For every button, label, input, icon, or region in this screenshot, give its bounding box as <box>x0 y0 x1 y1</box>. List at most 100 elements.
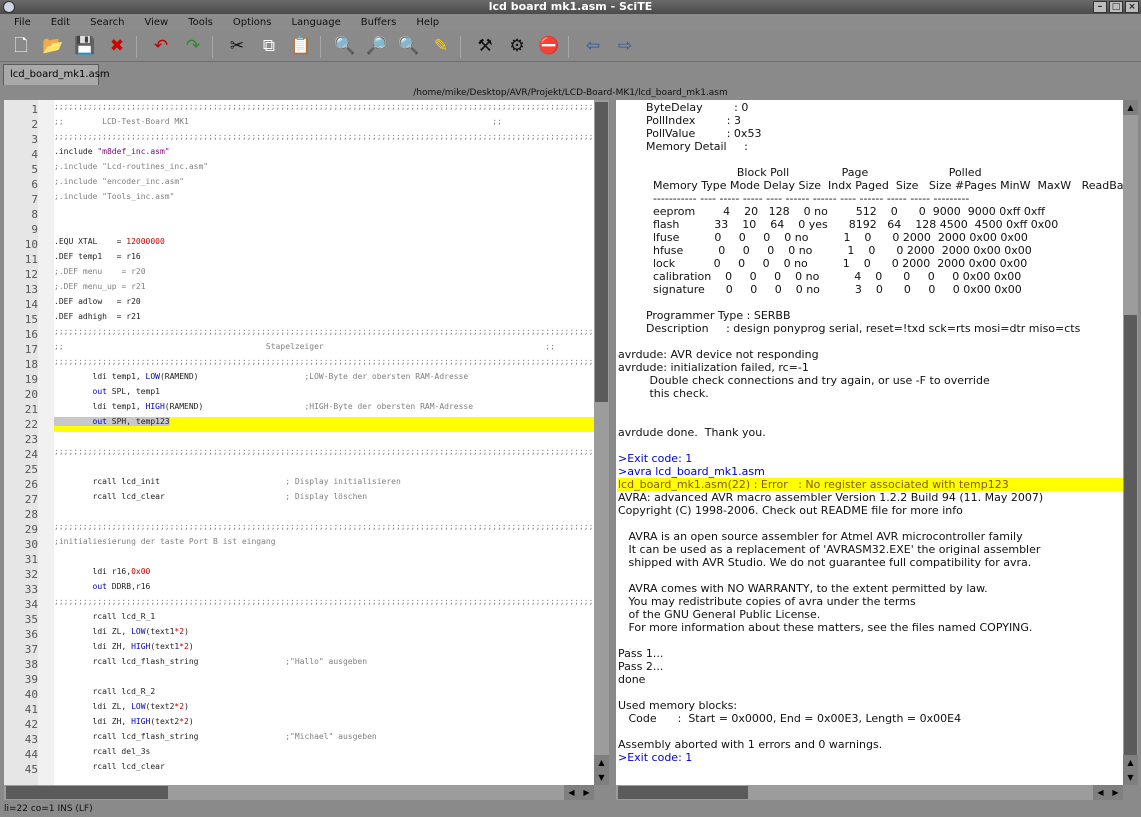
code-line[interactable]: ;;;;;;;;;;;;;;;;;;;;;;;;;;;;;;;;;;;;;;;;… <box>54 597 594 612</box>
code-line[interactable]: .include "m8def_inc.asm" <box>54 147 594 162</box>
new-file-icon[interactable]: 🗋 <box>8 34 34 58</box>
code-line[interactable]: ;.include "Tools_inc.asm" <box>54 192 594 207</box>
code-line[interactable]: out SPL, temp1 <box>54 387 594 402</box>
code-line[interactable]: ;.include "encoder_inc.asm" <box>54 177 594 192</box>
code-line[interactable]: rcall lcd_flash_string ;"Hallo" ausgeben <box>54 657 594 672</box>
output-vertical-scrollbar[interactable]: ▲ ▲ ▼ <box>1123 100 1138 785</box>
output-scroll-right-icon[interactable]: ▶ <box>1108 785 1123 800</box>
menu-buffers[interactable]: Buffers <box>361 17 397 28</box>
code-line[interactable] <box>54 672 594 687</box>
code-line[interactable]: ldi ZH, HIGH(text1*2) <box>54 642 594 657</box>
code-line[interactable]: rcall lcd_R_1 <box>54 612 594 627</box>
undo-icon[interactable]: ↶ <box>148 34 174 58</box>
code-line[interactable]: ldi temp1, HIGH(RAMEND) ;HIGH-Byte der o… <box>54 402 594 417</box>
paste-icon[interactable]: 📋 <box>288 34 314 58</box>
redo-icon[interactable]: ↷ <box>180 34 206 58</box>
output-scroll-up-icon[interactable]: ▲ <box>1123 100 1138 115</box>
code-line[interactable] <box>54 207 594 222</box>
code-line[interactable]: ;.DEF menu = r20 <box>54 267 594 282</box>
code-line[interactable]: ;;;;;;;;;;;;;;;;;;;;;;;;;;;;;;;;;;;;;;;;… <box>54 132 594 147</box>
minimize-icon[interactable]: – <box>1093 1 1107 13</box>
save-file-icon[interactable]: 💾 <box>72 34 98 58</box>
code-line[interactable] <box>54 462 594 477</box>
code-line[interactable]: ;;;;;;;;;;;;;;;;;;;;;;;;;;;;;;;;;;;;;;;;… <box>54 327 594 342</box>
code-line[interactable]: rcall lcd_R_2 <box>54 687 594 702</box>
output-vscroll-thumb[interactable] <box>1124 315 1137 755</box>
code-line[interactable]: rcall del_3s <box>54 747 594 762</box>
code-line[interactable] <box>54 222 594 237</box>
code-line[interactable]: rcall lcd_clear <box>54 762 594 777</box>
code-line[interactable]: .DEF adlow = r20 <box>54 297 594 312</box>
code-line[interactable]: ;;;;;;;;;;;;;;;;;;;;;;;;;;;;;;;;;;;;;;;;… <box>54 522 594 537</box>
code-line[interactable]: out DDRB,r16 <box>54 582 594 597</box>
code-line[interactable]: ldi ZL, LOW(text1*2) <box>54 627 594 642</box>
code-line[interactable]: ;;;;;;;;;;;;;;;;;;;;;;;;;;;;;;;;;;;;;;;;… <box>54 102 594 117</box>
menu-tools[interactable]: Tools <box>188 17 213 28</box>
scroll-right-icon[interactable]: ▶ <box>579 785 594 800</box>
copy-icon[interactable]: ⧉ <box>256 34 282 58</box>
find-in-files-icon[interactable]: 🔍 <box>396 34 422 58</box>
compile-icon[interactable]: ⚒ <box>472 34 498 58</box>
scroll-left-icon[interactable]: ◀ <box>564 785 579 800</box>
output-horizontal-scrollbar[interactable]: ◀ ▶ <box>616 785 1123 800</box>
code-line[interactable]: ;;;;;;;;;;;;;;;;;;;;;;;;;;;;;;;;;;;;;;;;… <box>54 447 594 462</box>
code-line[interactable]: .EQU XTAL = 12000000 <box>54 237 594 252</box>
menu-language[interactable]: Language <box>291 17 340 28</box>
open-file-icon[interactable]: 📂 <box>40 34 66 58</box>
code-line[interactable]: ;; LCD-Test-Board MK1 ;; <box>54 117 594 132</box>
output-scroll-left-icon[interactable]: ◀ <box>1093 785 1108 800</box>
scroll-up-icon[interactable]: ▲ <box>594 755 609 770</box>
code-line[interactable]: ldi ZH, HIGH(text2*2) <box>54 717 594 732</box>
code-line[interactable] <box>54 432 594 447</box>
menu-options[interactable]: Options <box>233 17 272 28</box>
tab-lcd-board-mk1[interactable]: lcd_board_mk1.asm <box>3 64 110 85</box>
output-error-line[interactable]: lcd_board_mk1.asm(22) : Error : No regis… <box>618 478 1123 491</box>
output-pane[interactable]: ByteDelay : 0 PollIndex : 3 PollValue : … <box>616 100 1123 785</box>
editor-pane[interactable]: 1;;;;;;;;;;;;;;;;;;;;;;;;;;;;;;;;;;;;;;;… <box>4 100 594 785</box>
next-buffer-icon[interactable]: ⇨ <box>612 34 638 58</box>
code-line[interactable]: ;;;;;;;;;;;;;;;;;;;;;;;;;;;;;;;;;;;;;;;;… <box>54 357 594 372</box>
output-scroll-up2-icon[interactable]: ▲ <box>1123 755 1138 770</box>
window-menu-icon[interactable] <box>3 1 15 13</box>
code-line[interactable]: ;initialiesierung der taste Port B ist e… <box>54 537 594 552</box>
cut-icon[interactable]: ✂ <box>224 34 250 58</box>
code-line[interactable]: rcall lcd_clear ; Display löschen <box>54 492 594 507</box>
code-line[interactable]: ;.include "Lcd-routines_inc.asm" <box>54 162 594 177</box>
scroll-down-icon[interactable]: ▼ <box>594 770 609 785</box>
code-line[interactable]: rcall lcd_flash_string ;"Michael" ausgeb… <box>54 732 594 747</box>
build-icon[interactable]: ⚙ <box>504 34 530 58</box>
code-line[interactable]: out SPH, temp123 <box>54 417 594 432</box>
code-line[interactable]: rcall lcd_init ; Display initialisieren <box>54 477 594 492</box>
editor-hscroll-thumb[interactable] <box>6 786 168 799</box>
menu-search[interactable]: Search <box>90 17 124 28</box>
output-hscroll-thumb[interactable] <box>618 786 748 799</box>
menu-file[interactable]: File <box>14 17 31 28</box>
editor-vertical-scrollbar[interactable]: ▲ ▼ <box>594 100 609 785</box>
editor-horizontal-scrollbar[interactable]: ◀ ▶ <box>4 785 594 800</box>
code-line[interactable]: .DEF temp1 = r16 <box>54 252 594 267</box>
code-line[interactable] <box>54 507 594 522</box>
line-number: 30 <box>24 538 38 551</box>
prev-buffer-icon[interactable]: ⇦ <box>580 34 606 58</box>
editor-vscroll-thumb[interactable] <box>595 102 608 402</box>
output-scroll-down-icon[interactable]: ▼ <box>1123 770 1138 785</box>
menu-help[interactable]: Help <box>416 17 439 28</box>
code-line[interactable]: .DEF adhigh = r21 <box>54 312 594 327</box>
code-line[interactable]: ldi r16,0x00 <box>54 567 594 582</box>
close-window-icon[interactable]: × <box>1125 1 1139 13</box>
find-next-icon[interactable]: 🔎 <box>364 34 390 58</box>
output-line: Double check connections and try again, … <box>618 374 990 387</box>
maximize-icon[interactable]: □ <box>1109 1 1123 13</box>
replace-icon[interactable]: ✎ <box>428 34 454 58</box>
menu-edit[interactable]: Edit <box>51 17 70 28</box>
close-file-icon[interactable]: ✖ <box>104 34 130 58</box>
code-line[interactable]: ldi temp1, LOW(RAMEND) ;LOW-Byte der obe… <box>54 372 594 387</box>
menu-view[interactable]: View <box>144 17 168 28</box>
code-line[interactable]: ;; Stapelzeiger ;; <box>54 342 594 357</box>
code-line[interactable]: ;.DEF menu_up = r21 <box>54 282 594 297</box>
find-icon[interactable]: 🔍 <box>332 34 358 58</box>
stop-icon[interactable]: ⛔ <box>536 34 562 58</box>
code-line[interactable]: ldi ZL, LOW(text2*2) <box>54 702 594 717</box>
code-line[interactable] <box>54 552 594 567</box>
